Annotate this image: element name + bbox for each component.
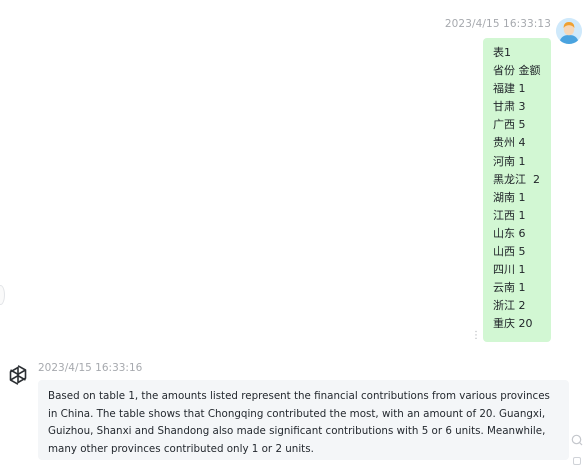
user-message-bubble: 表1 省份 金额福建 1 甘肃 3 广西 5 贵州 4 河南 1 黑龙江 2 湖南 1 江西 1… <box>483 38 551 342</box>
user-message-line: 福建 1 <box>493 82 526 96</box>
user-message-line: 湖南 1 <box>493 190 526 204</box>
assistant-avatar <box>6 363 30 387</box>
collapse-handle[interactable] <box>0 285 5 305</box>
user-message-line: 四川 1 <box>493 263 526 277</box>
user-message-line: 云南 1 <box>493 281 526 295</box>
user-message-line: 江西 1 <box>493 208 526 222</box>
user-message-line: 浙江 2 <box>493 299 526 313</box>
user-message-line: 省份 金额 <box>493 64 541 78</box>
copy-icon[interactable] <box>571 431 583 446</box>
user-message-line: 贵州 4 <box>493 136 526 150</box>
user-message-line: 山东 6 <box>493 226 526 240</box>
assistant-message-text: Based on table 1, the amounts listed rep… <box>48 390 550 455</box>
user-avatar[interactable] <box>556 18 582 44</box>
user-message-timestamp: 2023/4/15 16:33:13 <box>444 18 551 30</box>
user-avatar-icon <box>556 18 582 44</box>
assistant-message-timestamp: 2023/4/15 16:33:16 <box>38 362 143 374</box>
user-message-line: 表1 <box>493 46 511 59</box>
assistant-message-bubble: Based on table 1, the amounts listed rep… <box>38 380 569 460</box>
user-message-line: 广西 5 <box>493 118 526 132</box>
user-message-line: 甘肃 3 <box>493 100 526 114</box>
message-more-options-icon[interactable]: ⋮ <box>471 331 481 341</box>
user-message-line: 河南 1 <box>493 154 526 168</box>
user-message-line: 重庆 20 <box>493 317 533 331</box>
action-icon[interactable] <box>572 451 582 465</box>
user-message-line: 山西 5 <box>493 245 526 259</box>
openai-logo-icon <box>9 365 27 385</box>
user-message-line: 黑龙江 2 <box>493 172 540 186</box>
